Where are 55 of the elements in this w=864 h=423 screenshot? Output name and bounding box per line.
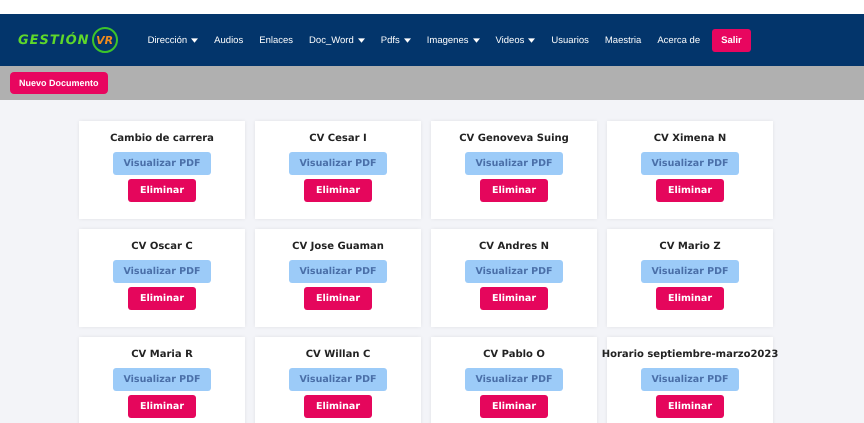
view-pdf-button[interactable]: Visualizar PDF <box>289 152 387 175</box>
document-title: CV Mario Z <box>659 241 721 252</box>
nav-link[interactable]: Enlaces <box>259 34 294 46</box>
nav-link[interactable]: Dirección <box>148 34 198 46</box>
document-title: CV Pablo O <box>483 349 545 360</box>
delete-button[interactable]: Eliminar <box>128 395 196 418</box>
delete-button[interactable]: Eliminar <box>480 287 548 310</box>
document-title: CV Oscar C <box>131 241 193 252</box>
document-title: CV Andres N <box>478 241 550 252</box>
logout-button[interactable]: Salir <box>712 28 751 52</box>
document-title: CV Ximena N <box>654 133 726 144</box>
nav-link[interactable]: Imagenes <box>426 34 480 46</box>
logo-text: GESTIÓN <box>18 32 90 48</box>
view-pdf-button[interactable]: Visualizar PDF <box>113 152 211 175</box>
view-pdf-button[interactable]: Visualizar PDF <box>113 368 211 391</box>
view-pdf-button[interactable]: Visualizar PDF <box>641 368 739 391</box>
document-title: CV Genoveva Suing <box>459 133 569 144</box>
document-title: CV Jose Guaman <box>292 241 384 252</box>
document-title: CV Cesar I <box>309 133 367 144</box>
document-title: Cambio de carrera <box>110 133 214 144</box>
caret-icon <box>528 38 536 42</box>
document-title: CV Maria R <box>131 349 193 360</box>
view-pdf-button[interactable]: Visualizar PDF <box>641 260 739 283</box>
view-pdf-button[interactable]: Visualizar PDF <box>465 368 563 391</box>
caret-icon <box>404 38 411 42</box>
nav-link[interactable]: Maestria <box>604 34 642 46</box>
delete-button[interactable]: Eliminar <box>656 395 724 418</box>
delete-button[interactable]: Eliminar <box>480 395 548 418</box>
document-title: CV Willan C <box>306 349 370 360</box>
new-document-button[interactable]: Nuevo Documento <box>10 72 108 94</box>
nav-link[interactable]: Pdfs <box>380 34 411 46</box>
document-title: Horario septiembre-marzo2023 <box>602 349 778 360</box>
delete-button[interactable]: Eliminar <box>304 395 372 418</box>
delete-button[interactable]: Eliminar <box>304 287 372 310</box>
caret-icon <box>191 38 198 42</box>
view-pdf-button[interactable]: Visualizar PDF <box>289 368 387 391</box>
view-pdf-button[interactable]: Visualizar PDF <box>465 260 563 283</box>
view-pdf-button[interactable]: Visualizar PDF <box>465 152 563 175</box>
caret-icon <box>472 38 480 42</box>
nav-link[interactable]: Audios <box>214 34 244 46</box>
caret-icon <box>358 38 365 42</box>
nav-link[interactable]: Usuarios <box>551 34 589 46</box>
view-pdf-button[interactable]: Visualizar PDF <box>113 260 211 283</box>
delete-button[interactable]: Eliminar <box>128 179 196 202</box>
delete-button[interactable]: Eliminar <box>304 179 372 202</box>
delete-button[interactable]: Eliminar <box>656 287 724 310</box>
logo-badge: VR <box>92 27 118 53</box>
nav-link[interactable]: Acerca de <box>657 34 700 46</box>
delete-button[interactable]: Eliminar <box>128 287 196 310</box>
view-pdf-button[interactable]: Visualizar PDF <box>641 152 739 175</box>
view-pdf-button[interactable]: Visualizar PDF <box>289 260 387 283</box>
delete-button[interactable]: Eliminar <box>480 179 548 202</box>
delete-button[interactable]: Eliminar <box>656 179 724 202</box>
nav-link[interactable]: Doc_Word <box>309 34 365 46</box>
nav-link[interactable]: Videos <box>496 34 536 46</box>
